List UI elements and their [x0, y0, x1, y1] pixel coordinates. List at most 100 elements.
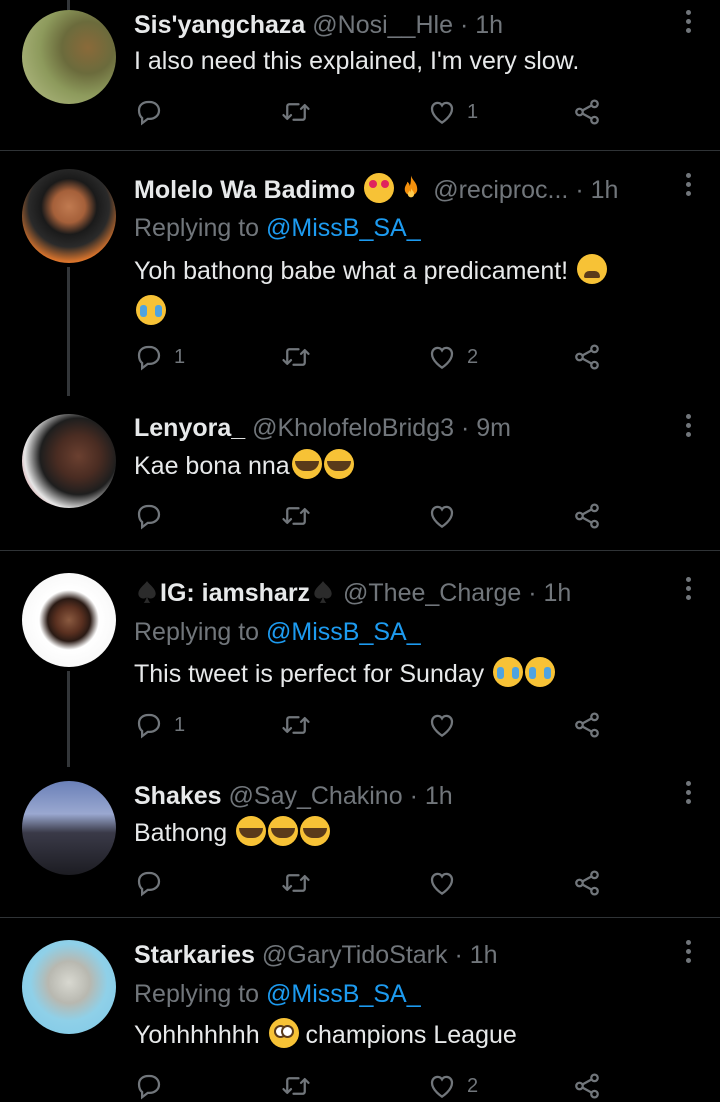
tweet-text: I also need this explained, I'm very slo…: [134, 47, 580, 75]
tweet[interactable]: Molelo Wa Badimo @reciproc... · 1h Reply…: [0, 151, 720, 396]
share-button[interactable]: [572, 96, 602, 128]
avatar[interactable]: [22, 573, 116, 667]
avatar[interactable]: [22, 781, 116, 875]
more-icon[interactable]: [682, 781, 694, 807]
tweet[interactable]: Sis'yangchaza @Nosi__Hle · 1h I also nee…: [0, 0, 720, 150]
timestamp[interactable]: 1h: [475, 11, 503, 39]
timestamp[interactable]: 1h: [591, 176, 619, 204]
reply-button[interactable]: 1: [134, 341, 185, 373]
user-handle[interactable]: @reciproc...: [433, 176, 568, 204]
avatar[interactable]: [22, 414, 116, 508]
heart-icon: [427, 342, 457, 372]
separator: ·: [459, 11, 469, 39]
like-count: 1: [467, 100, 479, 123]
avatar[interactable]: [22, 10, 116, 104]
rofl-emoji: [236, 816, 267, 846]
replying-label: Replying to: [134, 980, 260, 1008]
share-button[interactable]: [572, 1070, 602, 1102]
retweet-button[interactable]: [281, 1070, 321, 1102]
rofl-emoji: [268, 816, 299, 846]
crying-face-emoji: [493, 657, 524, 687]
retweet-button[interactable]: [281, 341, 321, 373]
tweet-header: Shakes @Say_Chakino · 1h: [134, 781, 660, 811]
timestamp[interactable]: 9m: [476, 414, 511, 442]
avatar[interactable]: [22, 169, 116, 263]
display-name[interactable]: Lenyora_: [134, 414, 245, 442]
heart-icon: [427, 710, 457, 740]
like-button[interactable]: [427, 867, 467, 899]
tweet[interactable]: Starkaries @GaryTidoStark · 1h Replying …: [0, 918, 720, 1086]
share-icon: [572, 1071, 602, 1101]
crying-face-emoji: [136, 295, 166, 325]
share-icon: [572, 501, 602, 531]
heart-eyes-emoji: [364, 173, 395, 203]
retweet-icon: [281, 342, 311, 372]
tweet-header: Lenyora_ @KholofeloBridg3 · 9m: [134, 413, 660, 443]
like-button[interactable]: [427, 500, 467, 532]
share-button[interactable]: [572, 867, 602, 899]
retweet-icon: [281, 97, 311, 127]
separator: ·: [460, 414, 470, 442]
reply-button[interactable]: [134, 867, 174, 899]
display-name[interactable]: Starkaries: [134, 941, 255, 969]
like-button[interactable]: 2: [427, 1070, 478, 1102]
user-handle[interactable]: @GaryTidoStark: [262, 941, 448, 969]
share-button[interactable]: [572, 500, 602, 532]
display-name[interactable]: Shakes: [134, 782, 222, 810]
timestamp[interactable]: 1h: [425, 782, 453, 810]
tweet-text: Bathong: [134, 813, 680, 854]
more-icon[interactable]: [682, 940, 694, 966]
display-name[interactable]: Molelo Wa Badimo: [134, 173, 426, 204]
share-button[interactable]: [572, 341, 602, 373]
retweet-button[interactable]: [281, 709, 321, 741]
timestamp[interactable]: 1h: [544, 579, 572, 607]
mention-link[interactable]: @MissB_SA_: [266, 980, 421, 1008]
heart-icon: [427, 868, 457, 898]
crying-face-emoji: [525, 657, 556, 687]
retweet-button[interactable]: [281, 867, 321, 899]
like-button[interactable]: 1: [427, 96, 478, 128]
display-name[interactable]: IG: iamsharz: [134, 579, 336, 607]
reply-icon: [134, 501, 164, 531]
action-bar: 1 2: [134, 341, 604, 373]
mention-link[interactable]: @MissB_SA_: [266, 618, 421, 646]
action-bar: 1: [134, 709, 604, 741]
mention-link[interactable]: @MissB_SA_: [266, 214, 421, 242]
display-name[interactable]: Sis'yangchaza: [134, 11, 305, 39]
retweet-button[interactable]: [281, 96, 321, 128]
spade-icon: [310, 579, 336, 605]
like-button[interactable]: 2: [427, 341, 478, 373]
reply-count: 1: [174, 713, 186, 736]
like-button[interactable]: [427, 709, 467, 741]
reply-icon: [134, 1071, 164, 1101]
retweet-button[interactable]: [281, 500, 321, 532]
tweet[interactable]: Shakes @Say_Chakino · 1h Bathong: [0, 767, 720, 917]
user-handle[interactable]: @Thee_Charge: [343, 579, 521, 607]
reply-button[interactable]: [134, 1070, 174, 1102]
timestamp[interactable]: 1h: [470, 941, 498, 969]
more-icon[interactable]: [682, 173, 694, 199]
tweet-text: Kae bona nna: [134, 446, 680, 487]
more-icon[interactable]: [682, 414, 694, 440]
separator: ·: [454, 941, 463, 969]
replying-to: Replying to @MissB_SA_: [134, 617, 421, 647]
reply-button[interactable]: [134, 96, 174, 128]
tweet-text: This tweet is perfect for Sunday: [134, 654, 680, 695]
user-handle[interactable]: @KholofeloBridg3: [252, 414, 454, 442]
more-icon[interactable]: [682, 577, 694, 603]
avatar[interactable]: [22, 940, 116, 1034]
tweet[interactable]: IG: iamsharz @Thee_Charge · 1h Replying …: [0, 551, 720, 767]
replying-label: Replying to: [134, 214, 260, 242]
more-icon[interactable]: [682, 10, 694, 36]
reply-button[interactable]: 1: [134, 709, 185, 741]
user-handle[interactable]: @Say_Chakino: [229, 782, 403, 810]
reply-icon: [134, 342, 164, 372]
share-button[interactable]: [572, 709, 602, 741]
tweet-header: Sis'yangchaza @Nosi__Hle · 1h: [134, 10, 660, 40]
user-handle[interactable]: @Nosi__Hle: [312, 11, 453, 39]
share-icon: [572, 710, 602, 740]
reply-button[interactable]: [134, 500, 174, 532]
replying-to: Replying to @MissB_SA_: [134, 213, 421, 243]
tweet[interactable]: Lenyora_ @KholofeloBridg3 · 9m Kae bona …: [0, 396, 720, 550]
like-count: 2: [467, 345, 479, 368]
